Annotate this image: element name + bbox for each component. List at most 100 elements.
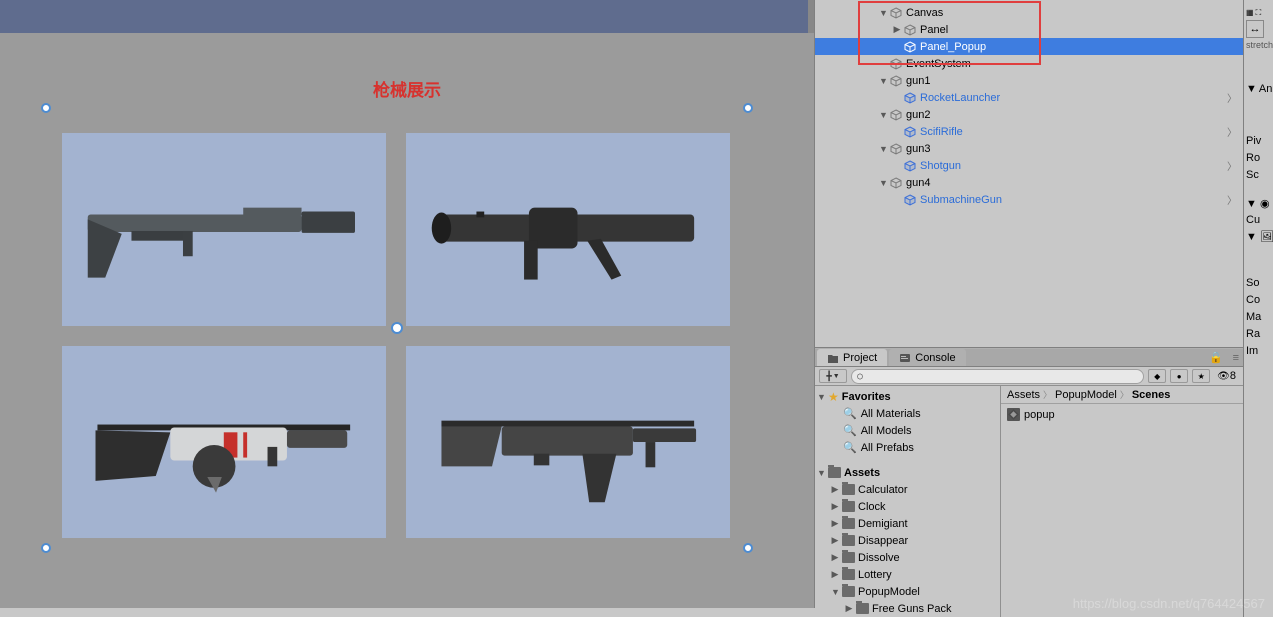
tree-item[interactable]: ▶ Free Guns Pack <box>815 600 1000 617</box>
expand-toggle[interactable]: ▶ <box>831 518 839 529</box>
resize-handle-tr[interactable] <box>743 103 753 113</box>
ra-row[interactable]: Ra <box>1244 326 1273 343</box>
expand-toggle[interactable]: ▶ <box>831 484 839 495</box>
hierarchy-item[interactable]: SubmachineGun〉 <box>815 191 1243 208</box>
anchor-preset[interactable]: ↔ <box>1244 21 1273 38</box>
inspector-panel[interactable]: ▦⛶ ↔ stretch ▼ An Piv Ro Sc ▼ ◉ Cu ▼ 🖼 S… <box>1243 0 1273 617</box>
section-image[interactable]: ▼ 🖼 <box>1244 229 1273 245</box>
ma-row[interactable]: Ma <box>1244 309 1273 326</box>
search-by-label-button[interactable]: ● <box>1170 369 1188 383</box>
resize-handle-br[interactable] <box>743 543 753 553</box>
expand-toggle[interactable]: ▼ <box>817 468 825 478</box>
expand-toggle[interactable]: ▼ <box>879 8 887 18</box>
tree-item[interactable]: ▶ Demigiant <box>815 515 1000 532</box>
search-input[interactable] <box>851 369 1144 384</box>
assets-tree[interactable]: ▼★Favorites 🔍All Materials 🔍All Models 🔍… <box>815 386 1001 617</box>
prefab-open-icon[interactable]: 〉 <box>1227 90 1237 105</box>
tree-item[interactable]: ▶Lottery <box>815 566 1000 583</box>
save-search-button[interactable]: ★ <box>1192 369 1210 383</box>
asset-item-popup[interactable]: popup <box>1007 406 1237 423</box>
tree-item-label: Assets <box>844 467 880 479</box>
hierarchy-item[interactable]: ▼gun3 <box>815 140 1243 157</box>
hierarchy-item[interactable]: ▼gun1 <box>815 72 1243 89</box>
assets-content[interactable]: Assets 〉 PopupModel 〉 Scenes popup <box>1001 386 1243 617</box>
panel-menu-icon[interactable]: ≡ <box>1233 352 1239 364</box>
tree-item[interactable]: ▶ Disappear <box>815 532 1000 549</box>
tree-item-label: Demigiant <box>858 518 908 530</box>
prefab-open-icon[interactable]: 〉 <box>1227 158 1237 173</box>
breadcrumb-assets[interactable]: Assets <box>1007 389 1040 401</box>
co-row[interactable]: Co <box>1244 292 1273 309</box>
prefab-open-icon[interactable]: 〉 <box>1227 192 1237 207</box>
search-icon: 🔍 <box>843 407 857 420</box>
expand-toggle[interactable]: ▼ <box>817 392 825 402</box>
folder-icon <box>842 518 855 529</box>
tree-item-label: Clock <box>858 501 886 513</box>
resize-handle-bl[interactable] <box>41 543 51 553</box>
tab-console[interactable]: Console <box>889 349 965 366</box>
tree-item-label: Disappear <box>858 535 908 547</box>
tree-item[interactable]: ▼★Favorites <box>815 388 1000 405</box>
hierarchy-item[interactable]: ▼gun4 <box>815 174 1243 191</box>
scene-content[interactable]: 枪械展示 <box>0 33 814 608</box>
hierarchy-item[interactable]: RocketLauncher〉 <box>815 89 1243 106</box>
prefab-open-icon[interactable]: 〉 <box>1227 124 1237 139</box>
tree-item[interactable]: ▶ Calculator <box>815 481 1000 498</box>
scene-view[interactable]: 枪械展示 <box>0 0 815 608</box>
hierarchy-item[interactable]: Shotgun〉 <box>815 157 1243 174</box>
pivot-row[interactable]: Piv <box>1244 133 1273 150</box>
scene-top-bar <box>0 0 808 33</box>
hierarchy-item[interactable]: Panel_Popup <box>815 38 1243 55</box>
tree-item[interactable]: 🔍All Materials <box>815 405 1000 422</box>
expand-toggle[interactable]: ▶ <box>831 501 839 512</box>
gameobject-icon <box>903 23 917 37</box>
expand-toggle[interactable]: ▼ <box>879 144 887 154</box>
search-by-type-button[interactable]: ◆ <box>1148 369 1166 383</box>
expand-toggle[interactable]: ▶ <box>831 535 839 546</box>
gun-slot-rocketlauncher <box>406 133 730 326</box>
so-row[interactable]: So <box>1244 275 1273 292</box>
tree-item[interactable]: ▼ Assets <box>815 464 1000 481</box>
tree-item[interactable]: ▶Dissolve <box>815 549 1000 566</box>
hierarchy-item[interactable]: ScifiRifle〉 <box>815 123 1243 140</box>
tree-item-label: Calculator <box>858 484 908 496</box>
hierarchy-item[interactable]: ▼gun2 <box>815 106 1243 123</box>
rect-tool-header[interactable]: ▦⛶ <box>1244 5 1273 21</box>
expand-toggle[interactable]: ▼ <box>879 178 887 188</box>
im-row[interactable]: Im <box>1244 343 1273 360</box>
tree-item[interactable]: 🔍All Models <box>815 422 1000 439</box>
folder-icon <box>842 586 855 597</box>
tree-item-label: Free Guns Pack <box>872 603 951 615</box>
expand-toggle[interactable]: ▶ <box>831 552 839 563</box>
expand-toggle[interactable]: ▶ <box>893 24 901 35</box>
expand-toggle[interactable]: ▼ <box>879 76 887 86</box>
hierarchy-item[interactable]: ▼Canvas <box>815 4 1243 21</box>
expand-toggle[interactable]: ▶ <box>845 603 853 614</box>
breadcrumb[interactable]: Assets 〉 PopupModel 〉 Scenes <box>1001 386 1243 404</box>
hierarchy-item[interactable]: ▶Panel <box>815 21 1243 38</box>
tree-item[interactable]: ▶ Clock <box>815 498 1000 515</box>
project-panel[interactable]: Project Console 🔒 ≡ ╋ ▼ ◆ ● ★ 👁8 ▼★Favor… <box>815 348 1243 617</box>
expand-toggle[interactable]: ▼ <box>831 587 839 597</box>
section-canvas[interactable]: ▼ ◉ <box>1244 196 1273 212</box>
gameobject-icon <box>889 74 903 88</box>
expand-toggle[interactable]: ▼ <box>879 110 887 120</box>
lock-icon[interactable]: 🔒 <box>1209 351 1223 364</box>
cu-row[interactable]: Cu <box>1244 212 1273 229</box>
section-anchor[interactable]: ▼ An <box>1244 81 1273 97</box>
tab-project[interactable]: Project <box>817 349 887 366</box>
scale-row[interactable]: Sc <box>1244 167 1273 184</box>
resize-handle-tl[interactable] <box>41 103 51 113</box>
hierarchy-item[interactable]: EventSystem <box>815 55 1243 72</box>
hierarchy-panel[interactable]: ▼Canvas▶Panel Panel_Popup EventSystem▼gu… <box>815 0 1243 348</box>
tree-item[interactable]: ▼PopupModel <box>815 583 1000 600</box>
hidden-count[interactable]: 👁8 <box>1214 370 1239 382</box>
tree-item[interactable]: 🔍All Prefabs <box>815 439 1000 456</box>
expand-toggle[interactable]: ▶ <box>831 569 839 580</box>
gameobject-icon <box>903 91 917 105</box>
breadcrumb-scenes[interactable]: Scenes <box>1132 389 1171 401</box>
create-button[interactable]: ╋ ▼ <box>819 369 847 383</box>
breadcrumb-popupmodel[interactable]: PopupModel <box>1055 389 1117 401</box>
rotation-row[interactable]: Ro <box>1244 150 1273 167</box>
panel-tabs: Project Console 🔒 ≡ <box>815 349 1243 367</box>
